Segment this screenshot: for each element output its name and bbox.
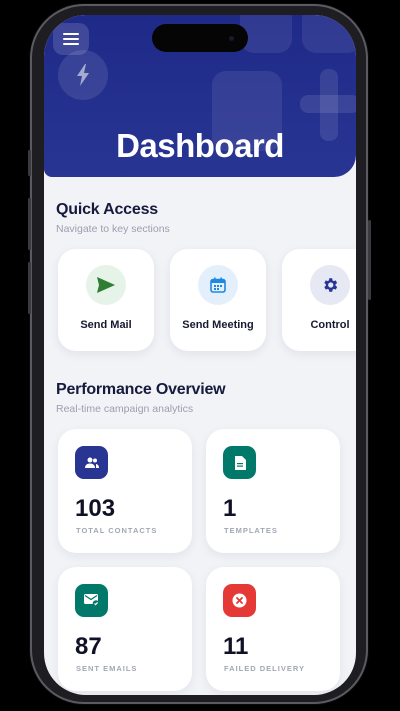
- gear-icon: [310, 265, 350, 305]
- error-icon: [223, 584, 256, 617]
- send-icon: [86, 265, 126, 305]
- app-screen: Dashboard Quick Access Navigate to key s…: [44, 15, 356, 695]
- send-mail-label: Send Mail: [80, 319, 132, 331]
- templates-value: 1: [223, 495, 237, 522]
- sent-emails-card[interactable]: 87 SENT EMAILS: [58, 567, 192, 691]
- send-meeting-card[interactable]: Send Meeting: [170, 249, 266, 351]
- quick-access-subtitle: Navigate to key sections: [56, 223, 170, 235]
- volume-down-button: [28, 262, 31, 314]
- performance-title: Performance Overview: [56, 381, 226, 398]
- control-label: Control: [310, 319, 350, 331]
- failed-delivery-label: FAILED DELIVERY: [224, 664, 305, 673]
- sent-emails-label: SENT EMAILS: [76, 664, 138, 673]
- contacts-icon: [75, 446, 108, 479]
- send-meeting-label: Send Meeting: [182, 319, 254, 331]
- templates-card[interactable]: 1 TEMPLATES: [206, 429, 340, 553]
- calendar-icon: [198, 265, 238, 305]
- send-mail-card[interactable]: Send Mail: [58, 249, 154, 351]
- lightning-bolt-icon: [58, 50, 108, 100]
- mute-switch: [28, 150, 31, 176]
- total-contacts-value: 103: [75, 495, 116, 522]
- quick-access-title: Quick Access: [56, 201, 158, 218]
- menu-button[interactable]: [53, 23, 89, 55]
- dynamic-island: [152, 24, 248, 52]
- volume-up-button: [28, 198, 31, 250]
- failed-delivery-value: 11: [223, 633, 249, 660]
- power-button: [368, 220, 371, 300]
- dashboard-header: Dashboard: [44, 15, 356, 177]
- templates-label: TEMPLATES: [224, 526, 278, 535]
- total-contacts-label: TOTAL CONTACTS: [76, 526, 158, 535]
- hamburger-menu-icon: [63, 33, 79, 45]
- quick-access-row: Send Mail Send Meeting Control: [58, 249, 356, 351]
- total-contacts-card[interactable]: 103 TOTAL CONTACTS: [58, 429, 192, 553]
- page-title: Dashboard: [116, 127, 284, 164]
- control-card[interactable]: Control: [282, 249, 356, 351]
- sent-emails-value: 87: [75, 633, 102, 660]
- document-icon: [223, 446, 256, 479]
- performance-subtitle: Real-time campaign analytics: [56, 403, 194, 415]
- decor-square: [302, 15, 356, 53]
- mail-check-icon: [75, 584, 108, 617]
- failed-delivery-card[interactable]: 11 FAILED DELIVERY: [206, 567, 340, 691]
- decor-square: [240, 15, 292, 53]
